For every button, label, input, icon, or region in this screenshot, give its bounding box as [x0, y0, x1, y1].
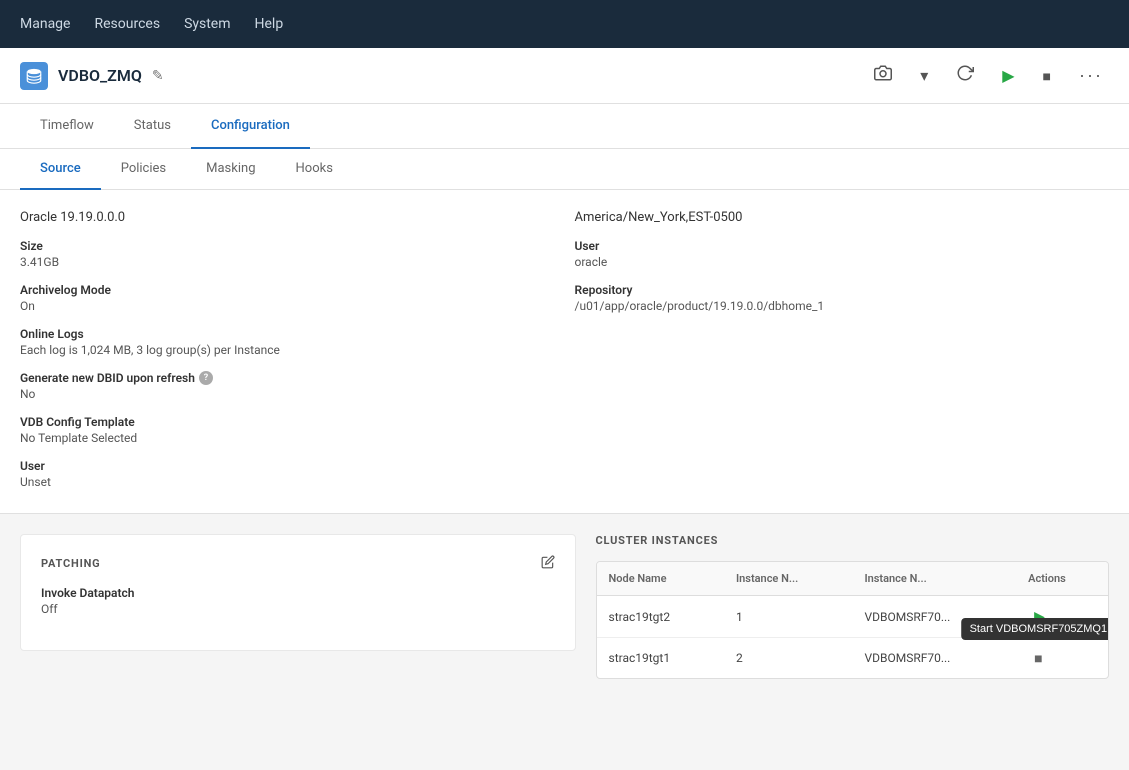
db-name: VDBO_ZMQ [58, 66, 142, 85]
tab-configuration[interactable]: Configuration [191, 104, 310, 149]
size-value: 3.41GB [20, 255, 555, 269]
cluster-instances-table: Node Name Instance N... Instance N... Ac… [596, 561, 1110, 679]
archivelog-field: Archivelog Mode On [20, 283, 555, 313]
patching-edit-button[interactable] [541, 555, 555, 572]
timezone-field: America/New_York,EST-0500 [575, 210, 1110, 225]
col-node-name: Node Name [597, 562, 724, 596]
tab-masking[interactable]: Masking [186, 149, 275, 190]
instance-name-cell: VDBOMSRF70... [852, 596, 1016, 638]
col-instance-name: Instance N... [852, 562, 1016, 596]
more-icon: ··· [1079, 65, 1103, 86]
stop-icon: ■ [1043, 68, 1051, 84]
stop-button[interactable]: ■ [1037, 64, 1057, 88]
generate-dbid-field: Generate new DBID upon refresh ? No [20, 371, 555, 401]
instance-num-cell: 1 [724, 596, 852, 638]
stop-instance-icon: ■ [1034, 650, 1042, 666]
header-actions: ▾ ▶ ■ ··· [868, 60, 1109, 91]
refresh-icon [956, 64, 974, 87]
table-row: strac19tgt1 2 VDBOMSRF70... ■ Start VDBO… [597, 638, 1109, 679]
header-left: VDBO_ZMQ ✎ [20, 62, 164, 90]
instance-name-cell: VDBOMSRF70... [852, 638, 1016, 679]
source-info: Oracle 19.19.0.0.0 Size 3.41GB Archivelo… [20, 210, 1109, 503]
pencil-icon [541, 556, 555, 572]
repository-value: /u01/app/oracle/product/19.19.0.0/dbhome… [575, 299, 1110, 313]
play-icon: ▶ [1002, 66, 1014, 86]
online-logs-field: Online Logs Each log is 1,024 MB, 3 log … [20, 327, 555, 357]
node-name-cell: strac19tgt1 [597, 638, 724, 679]
db-icon [20, 62, 48, 90]
camera-button[interactable] [868, 60, 898, 91]
oracle-version: Oracle 19.19.0.0.0 [20, 210, 555, 225]
play-button[interactable]: ▶ [996, 62, 1020, 90]
nav-resources[interactable]: Resources [94, 2, 160, 46]
invoke-datapatch-field: Invoke Datapatch Off [41, 586, 555, 616]
invoke-datapatch-label: Invoke Datapatch [41, 586, 555, 600]
secondary-tabs: Source Policies Masking Hooks [0, 149, 1129, 190]
user-label-right: User [575, 239, 1110, 253]
nav-system[interactable]: System [184, 2, 230, 46]
snapshot-dropdown-button[interactable]: ▾ [914, 62, 934, 90]
col-instance-num: Instance N... [724, 562, 852, 596]
table-header-row: Node Name Instance N... Instance N... Ac… [597, 562, 1109, 596]
chevron-down-icon: ▾ [920, 66, 928, 86]
edit-db-name-icon[interactable]: ✎ [152, 68, 164, 84]
actions-cell: ▶ [1016, 596, 1108, 638]
node-name-cell: strac19tgt2 [597, 596, 724, 638]
user-field-right: User oracle [575, 239, 1110, 269]
patching-title: PATCHING [41, 557, 100, 570]
user-value-left: Unset [20, 475, 555, 489]
archivelog-value: On [20, 299, 555, 313]
more-actions-button[interactable]: ··· [1073, 61, 1109, 90]
top-nav: Manage Resources System Help [0, 0, 1129, 48]
table-row: strac19tgt2 1 VDBOMSRF70... ▶ [597, 596, 1109, 638]
invoke-datapatch-value: Off [41, 602, 555, 616]
instance-num-cell: 2 [724, 638, 852, 679]
user-field-left: User Unset [20, 459, 555, 489]
tab-policies[interactable]: Policies [101, 149, 186, 190]
repository-field: Repository /u01/app/oracle/product/19.19… [575, 283, 1110, 313]
generate-dbid-help-icon[interactable]: ? [199, 371, 213, 385]
tab-timeflow[interactable]: Timeflow [20, 104, 114, 149]
patching-header: PATCHING [41, 555, 555, 572]
cluster-instances-title: CLUSTER INSTANCES [596, 534, 719, 547]
nav-manage[interactable]: Manage [20, 2, 70, 46]
patching-section: PATCHING Invoke Datapatch Off [20, 534, 576, 651]
user-label-left: User [20, 459, 555, 473]
tab-hooks[interactable]: Hooks [276, 149, 353, 190]
size-field: Size 3.41GB [20, 239, 555, 269]
play-instance-icon: ▶ [1034, 608, 1045, 624]
cluster-instances-section: CLUSTER INSTANCES Node Name Instance N..… [596, 534, 1110, 679]
col-actions: Actions [1016, 562, 1108, 596]
size-label: Size [20, 239, 555, 253]
online-logs-value: Each log is 1,024 MB, 3 log group(s) per… [20, 343, 555, 357]
refresh-button[interactable] [950, 60, 980, 91]
archivelog-label: Archivelog Mode [20, 283, 555, 297]
repository-label: Repository [575, 283, 1110, 297]
source-right-column: America/New_York,EST-0500 User oracle Re… [575, 210, 1110, 503]
source-left-column: Oracle 19.19.0.0.0 Size 3.41GB Archivelo… [20, 210, 555, 503]
timezone-value: America/New_York,EST-0500 [575, 210, 1110, 225]
generate-dbid-label: Generate new DBID upon refresh ? [20, 371, 555, 385]
tab-status[interactable]: Status [114, 104, 191, 149]
generate-dbid-value: No [20, 387, 555, 401]
actions-cell: ■ Start VDBOMSRF705ZMQ1 [1016, 638, 1108, 679]
stop-instance-2-button[interactable]: ■ Start VDBOMSRF705ZMQ1 [1028, 648, 1048, 668]
online-logs-label: Online Logs [20, 327, 555, 341]
bottom-area: PATCHING Invoke Datapatch Off CLUSTE [0, 514, 1129, 699]
vdb-config-value: No Template Selected [20, 431, 555, 445]
version-field: Oracle 19.19.0.0.0 [20, 210, 555, 225]
tab-source[interactable]: Source [20, 149, 101, 190]
header-bar: VDBO_ZMQ ✎ ▾ ▶ ■ [0, 48, 1129, 104]
play-instance-1-button[interactable]: ▶ [1028, 606, 1051, 627]
vdb-config-label: VDB Config Template [20, 415, 555, 429]
vdb-config-field: VDB Config Template No Template Selected [20, 415, 555, 445]
primary-tabs: Timeflow Status Configuration [0, 104, 1129, 149]
user-value-right: oracle [575, 255, 1110, 269]
camera-icon [874, 64, 892, 87]
nav-help[interactable]: Help [255, 2, 284, 46]
cluster-instances-header: CLUSTER INSTANCES [596, 534, 1110, 547]
